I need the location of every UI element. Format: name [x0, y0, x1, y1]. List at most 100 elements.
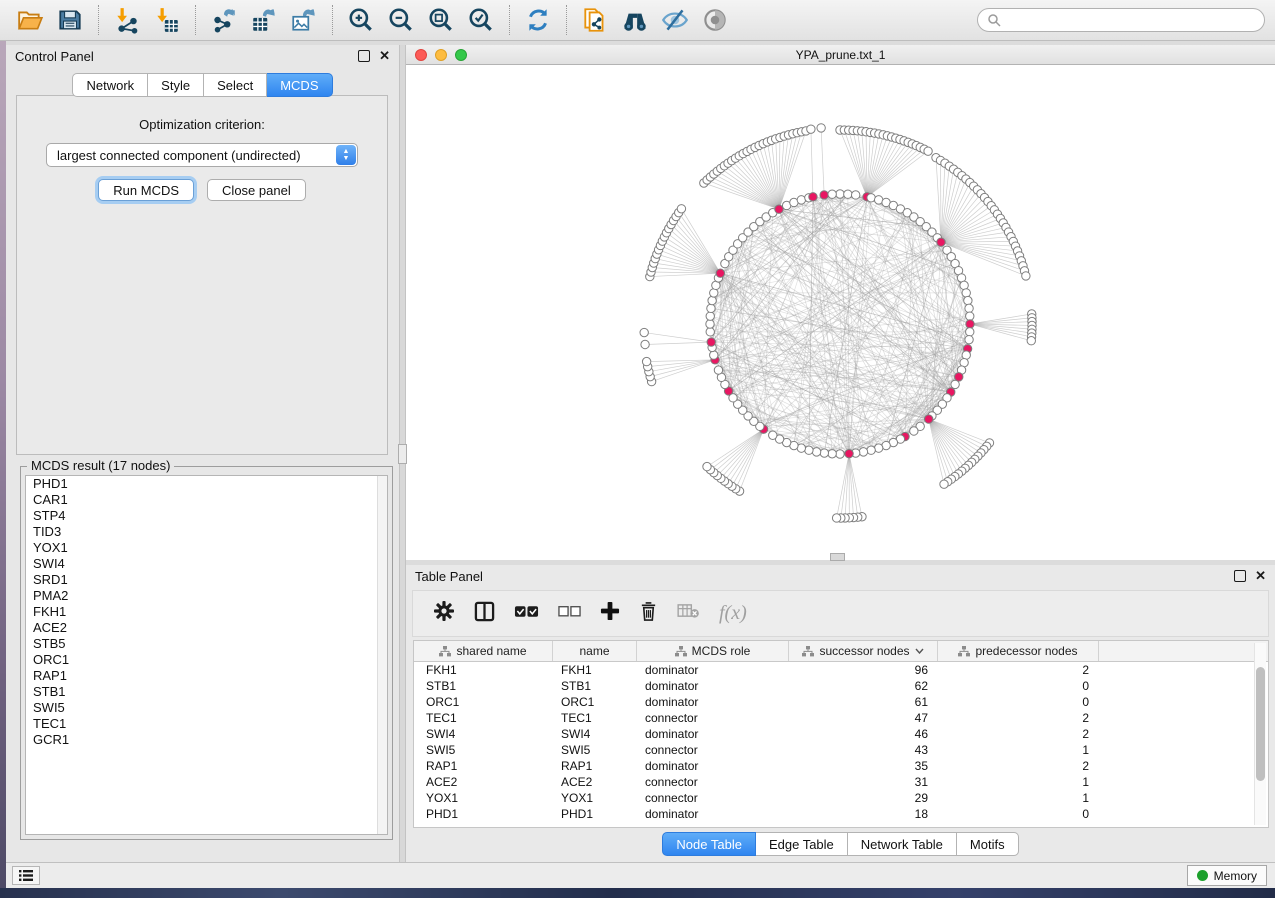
network-canvas[interactable] [406, 65, 1275, 561]
search-input[interactable] [1006, 12, 1255, 28]
tab-select[interactable]: Select [204, 73, 267, 97]
mcds-result-node[interactable]: SWI5 [26, 700, 387, 716]
vertical-divider-grip[interactable] [398, 444, 407, 464]
mcds-node[interactable] [820, 191, 828, 199]
export-table-icon[interactable] [244, 3, 284, 37]
refresh-icon[interactable] [518, 3, 558, 37]
network-node[interactable] [714, 366, 722, 374]
zoom-in-icon[interactable] [341, 3, 381, 37]
mcds-result-node[interactable]: STB5 [26, 636, 387, 652]
table-row[interactable]: ACE2ACE2connector311 [414, 774, 1268, 790]
network-node[interactable] [707, 304, 715, 312]
column-header-shared-name[interactable]: shared name [414, 641, 553, 661]
mcds-result-node[interactable]: ACE2 [26, 620, 387, 636]
mcds-node[interactable] [845, 449, 853, 457]
mcds-result-node[interactable]: PHD1 [26, 476, 387, 492]
zoom-out-icon[interactable] [381, 3, 421, 37]
table-row[interactable]: YOX1YOX1connector291 [414, 790, 1268, 806]
mcds-node[interactable] [966, 320, 974, 328]
network-node[interactable] [1027, 337, 1035, 345]
network-node[interactable] [807, 125, 815, 133]
network-node[interactable] [924, 147, 932, 155]
add-icon[interactable] [600, 601, 620, 626]
tab-mcds[interactable]: MCDS [267, 73, 332, 97]
network-node[interactable] [677, 205, 685, 213]
network-node[interactable] [851, 191, 859, 199]
optimization-select[interactable]: largest connected component (undirected)… [46, 143, 358, 167]
table-scrollbar-thumb[interactable] [1256, 667, 1265, 781]
tab-network-table[interactable]: Network Table [848, 832, 957, 856]
tab-style[interactable]: Style [148, 73, 204, 97]
network-node[interactable] [769, 431, 777, 439]
mcds-node[interactable] [707, 338, 715, 346]
network-node[interactable] [836, 190, 844, 198]
mcds-result-node[interactable]: SRD1 [26, 572, 387, 588]
network-node[interactable] [964, 296, 972, 304]
column-header-successor-nodes[interactable]: successor nodes [789, 641, 938, 661]
binoculars-icon[interactable] [615, 3, 655, 37]
network-node[interactable] [910, 427, 918, 435]
clone-network-icon[interactable] [575, 3, 615, 37]
table-scrollbar[interactable] [1254, 643, 1266, 825]
delete-icon[interactable] [639, 601, 658, 627]
mcds-result-node[interactable]: PMA2 [26, 588, 387, 604]
mcds-result-node[interactable]: STP4 [26, 508, 387, 524]
mcds-result-node[interactable]: YOX1 [26, 540, 387, 556]
network-node[interactable] [867, 446, 875, 454]
mcds-result-node[interactable]: SWI4 [26, 556, 387, 572]
network-node[interactable] [962, 289, 970, 297]
network-window-titlebar[interactable]: YPA_prune.txt_1 [406, 45, 1275, 65]
tab-edge-table[interactable]: Edge Table [756, 832, 848, 856]
mcds-node[interactable] [809, 193, 817, 201]
table-row[interactable]: FKH1FKH1dominator962 [414, 662, 1268, 678]
table-row[interactable]: SWI5SWI5connector431 [414, 742, 1268, 758]
network-node[interactable] [703, 462, 711, 470]
network-node[interactable] [641, 340, 649, 348]
export-network-icon[interactable] [204, 3, 244, 37]
network-node[interactable] [836, 450, 844, 458]
network-node[interactable] [966, 312, 974, 320]
network-node[interactable] [812, 448, 820, 456]
network-node[interactable] [708, 296, 716, 304]
network-node[interactable] [710, 351, 718, 359]
mcds-node[interactable] [775, 205, 783, 213]
network-node[interactable] [817, 124, 825, 132]
close-panel-button[interactable]: Close panel [207, 179, 306, 201]
maximize-window-icon[interactable] [455, 49, 467, 61]
network-node[interactable] [706, 328, 714, 336]
mcds-result-node[interactable]: STB1 [26, 684, 387, 700]
open-folder-icon[interactable] [10, 3, 50, 37]
search-box[interactable] [977, 8, 1265, 32]
result-scrollbar[interactable] [377, 476, 387, 834]
network-node[interactable] [1022, 272, 1030, 280]
network-node[interactable] [706, 320, 714, 328]
zoom-fit-icon[interactable] [421, 3, 461, 37]
select-all-icon[interactable] [514, 604, 539, 624]
table-row[interactable]: PHD1PHD1dominator180 [414, 806, 1268, 822]
network-node[interactable] [859, 448, 867, 456]
mcds-result-node[interactable]: FKH1 [26, 604, 387, 620]
task-list-button[interactable] [12, 866, 40, 885]
tab-node-table[interactable]: Node Table [662, 832, 756, 856]
network-node[interactable] [965, 335, 973, 343]
network-node[interactable] [706, 312, 714, 320]
hide-details-icon[interactable] [655, 3, 695, 37]
column-icon[interactable] [474, 601, 495, 627]
float-panel-icon[interactable] [1234, 570, 1246, 582]
minimize-window-icon[interactable] [435, 49, 447, 61]
run-mcds-button[interactable]: Run MCDS [98, 179, 194, 201]
export-image-icon[interactable] [284, 3, 324, 37]
mcds-result-node[interactable]: TEC1 [26, 716, 387, 732]
network-node[interactable] [820, 449, 828, 457]
mcds-node[interactable] [716, 269, 724, 277]
network-node[interactable] [832, 514, 840, 522]
table-row[interactable]: ORC1ORC1dominator610 [414, 694, 1268, 710]
column-header-name[interactable]: name [553, 641, 637, 661]
float-panel-icon[interactable] [358, 50, 370, 62]
mcds-result-node[interactable]: CAR1 [26, 492, 387, 508]
column-header-predecessor-nodes[interactable]: predecessor nodes [938, 641, 1099, 661]
save-icon[interactable] [50, 3, 90, 37]
network-node[interactable] [965, 304, 973, 312]
zoom-selected-icon[interactable] [461, 3, 501, 37]
close-window-icon[interactable] [415, 49, 427, 61]
